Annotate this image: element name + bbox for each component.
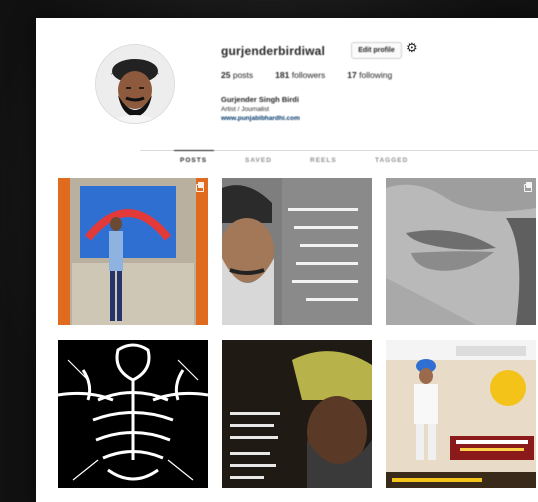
post-skeleton-sketch[interactable]	[58, 340, 208, 488]
post-stage-performance[interactable]	[58, 178, 208, 325]
tab-posts[interactable]: POSTS	[173, 150, 215, 164]
carousel-icon	[524, 182, 532, 192]
followers-count[interactable]: 181 followers	[275, 70, 325, 80]
profile-avatar[interactable]	[95, 44, 175, 124]
post-poster-white-suit[interactable]	[386, 340, 536, 488]
post-yellow-turban-poem[interactable]	[222, 340, 372, 488]
tab-tagged[interactable]: TAGGED	[375, 157, 408, 164]
post-lips-closeup[interactable]	[386, 178, 536, 325]
profile-stats: 25 posts 181 followers 17 following	[221, 70, 392, 80]
tab-reels[interactable]: REELS	[310, 157, 337, 164]
profile-tabs: POSTS SAVED REELS TAGGED	[140, 150, 538, 175]
edit-profile-button[interactable]: Edit profile	[351, 42, 402, 59]
profile-full-name: Gurjender Singh Birdi	[221, 95, 299, 104]
carousel-icon	[196, 182, 204, 192]
profile-bio: Artist / Journalist	[221, 106, 270, 113]
tab-saved[interactable]: SAVED	[245, 157, 272, 164]
posts-count: 25 posts	[221, 70, 254, 80]
post-turban-man-poem[interactable]	[222, 178, 372, 325]
instagram-profile-window: gurjenderbirdiwal Edit profile ⚙ 25 post…	[36, 18, 538, 502]
profile-website-link[interactable]: www.punjabibhardhi.com	[221, 115, 300, 122]
gear-icon[interactable]: ⚙	[406, 40, 418, 56]
profile-username: gurjenderbirdiwal	[221, 44, 326, 58]
following-count[interactable]: 17 following	[347, 70, 392, 80]
